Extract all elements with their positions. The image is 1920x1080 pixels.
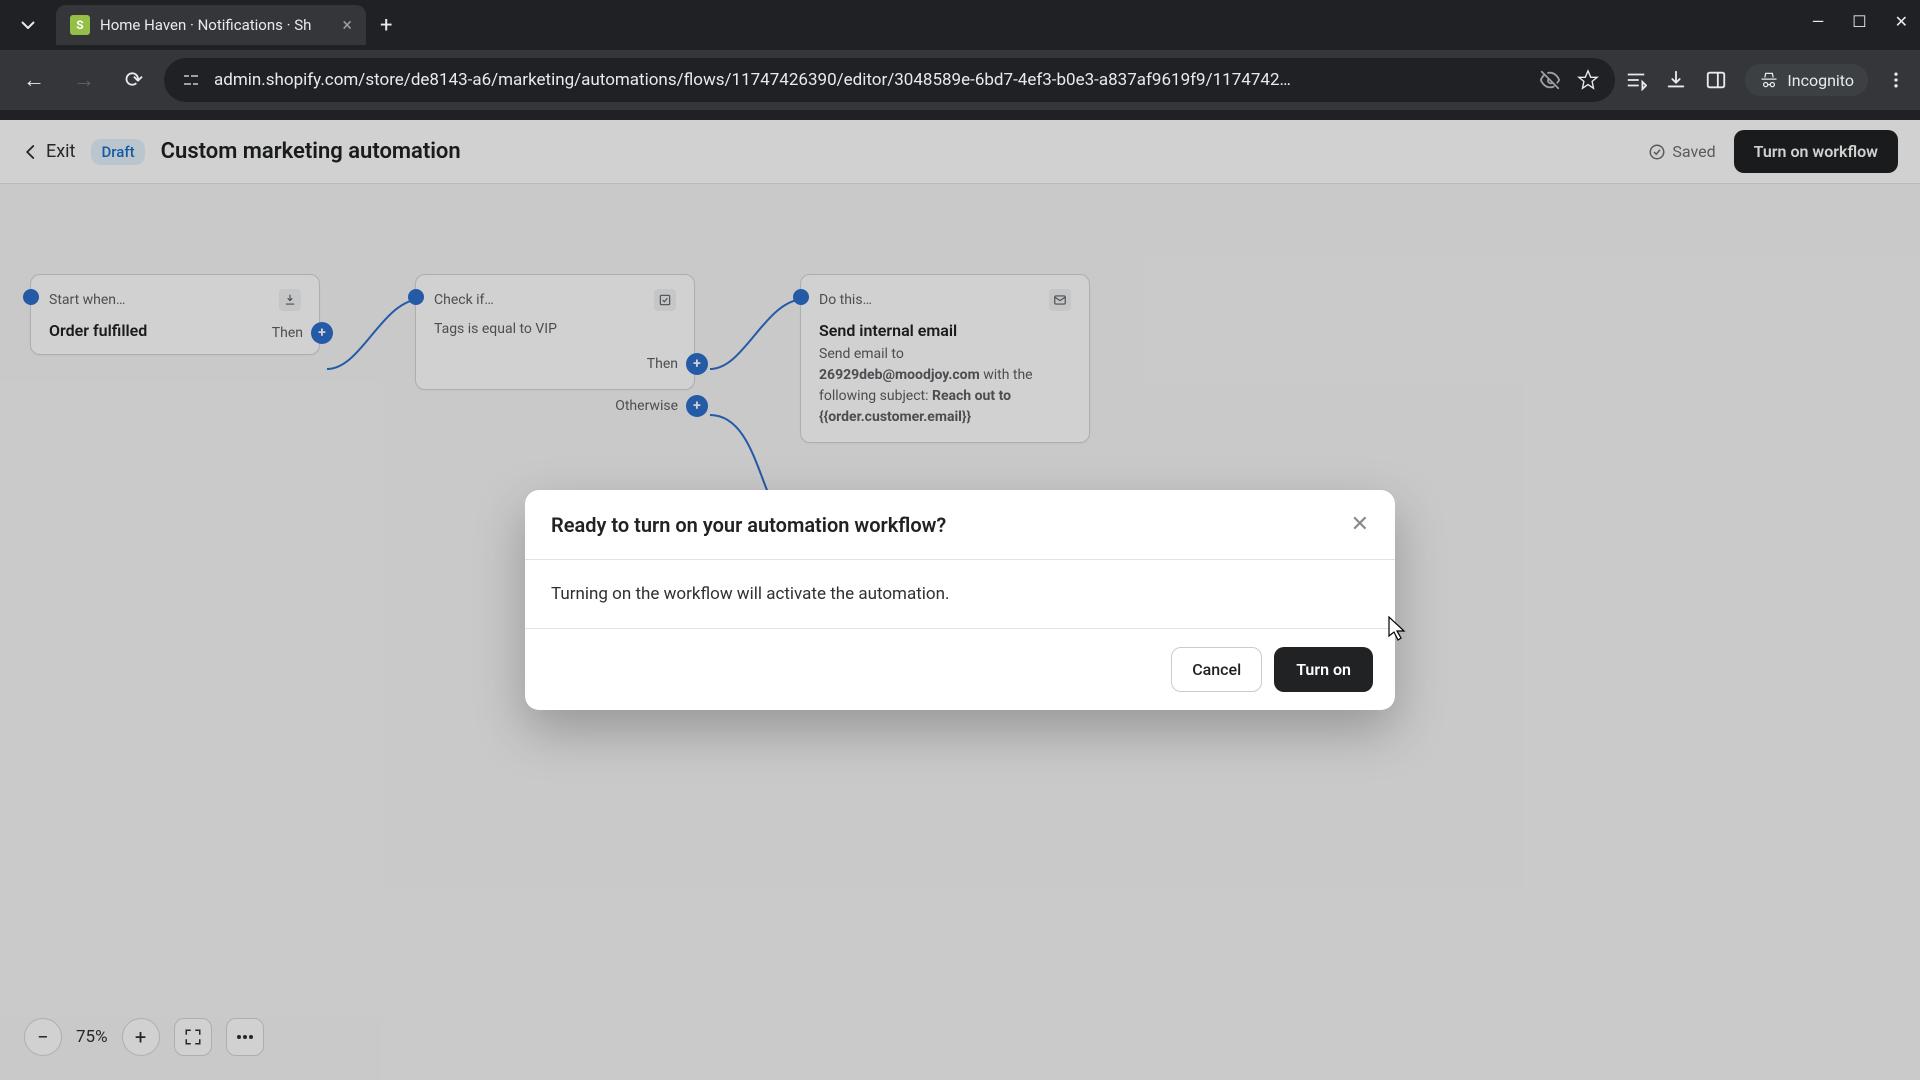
browser-tab[interactable]: S Home Haven · Notifications · Sh × <box>56 5 366 45</box>
modal-close-button[interactable]: ✕ <box>1351 512 1369 537</box>
site-settings-icon[interactable] <box>180 69 202 91</box>
mouse-cursor-icon <box>1388 616 1406 642</box>
new-tab-button[interactable]: + <box>380 13 392 38</box>
eye-off-icon[interactable] <box>1539 69 1561 91</box>
incognito-label: Incognito <box>1787 71 1854 90</box>
playlist-icon[interactable] <box>1625 69 1647 91</box>
confirm-modal: Ready to turn on your automation workflo… <box>525 490 1395 710</box>
modal-overlay[interactable]: Ready to turn on your automation workflo… <box>0 120 1920 1080</box>
star-icon[interactable] <box>1577 69 1599 91</box>
side-panel-icon[interactable] <box>1705 69 1727 91</box>
tab-bar: S Home Haven · Notifications · Sh × + — … <box>0 0 1920 50</box>
kebab-menu-icon[interactable] <box>1886 70 1906 90</box>
tab-title: Home Haven · Notifications · Sh <box>100 16 332 34</box>
app-viewport: Exit Draft Custom marketing automation S… <box>0 120 1920 1080</box>
close-window-icon[interactable]: ✕ <box>1895 12 1908 31</box>
url-text: admin.shopify.com/store/de8143-a6/market… <box>214 70 1527 90</box>
forward-button[interactable]: → <box>64 60 104 100</box>
reload-button[interactable]: ⟳ <box>114 60 154 100</box>
incognito-icon <box>1759 70 1779 90</box>
shopify-favicon-icon: S <box>70 15 90 35</box>
tab-search-dropdown[interactable] <box>8 5 48 45</box>
chevron-down-icon <box>21 21 35 29</box>
browser-chrome: S Home Haven · Notifications · Sh × + — … <box>0 0 1920 120</box>
incognito-badge[interactable]: Incognito <box>1745 64 1868 96</box>
modal-header: Ready to turn on your automation workflo… <box>525 490 1395 559</box>
modal-title: Ready to turn on your automation workflo… <box>551 513 946 537</box>
cancel-button[interactable]: Cancel <box>1171 647 1262 692</box>
modal-footer: Cancel Turn on <box>525 628 1395 710</box>
address-bar: ← → ⟳ admin.shopify.com/store/de8143-a6/… <box>0 50 1920 110</box>
minimize-icon[interactable]: — <box>1812 12 1825 31</box>
modal-body: Turning on the workflow will activate th… <box>525 560 1395 628</box>
url-bar[interactable]: admin.shopify.com/store/de8143-a6/market… <box>164 58 1615 102</box>
download-icon[interactable] <box>1665 69 1687 91</box>
close-tab-icon[interactable]: × <box>342 15 352 36</box>
confirm-button[interactable]: Turn on <box>1274 647 1373 692</box>
maximize-icon[interactable]: ☐ <box>1852 12 1866 31</box>
close-icon: ✕ <box>1351 512 1369 537</box>
back-button[interactable]: ← <box>14 60 54 100</box>
window-controls: — ☐ ✕ <box>1812 12 1908 31</box>
